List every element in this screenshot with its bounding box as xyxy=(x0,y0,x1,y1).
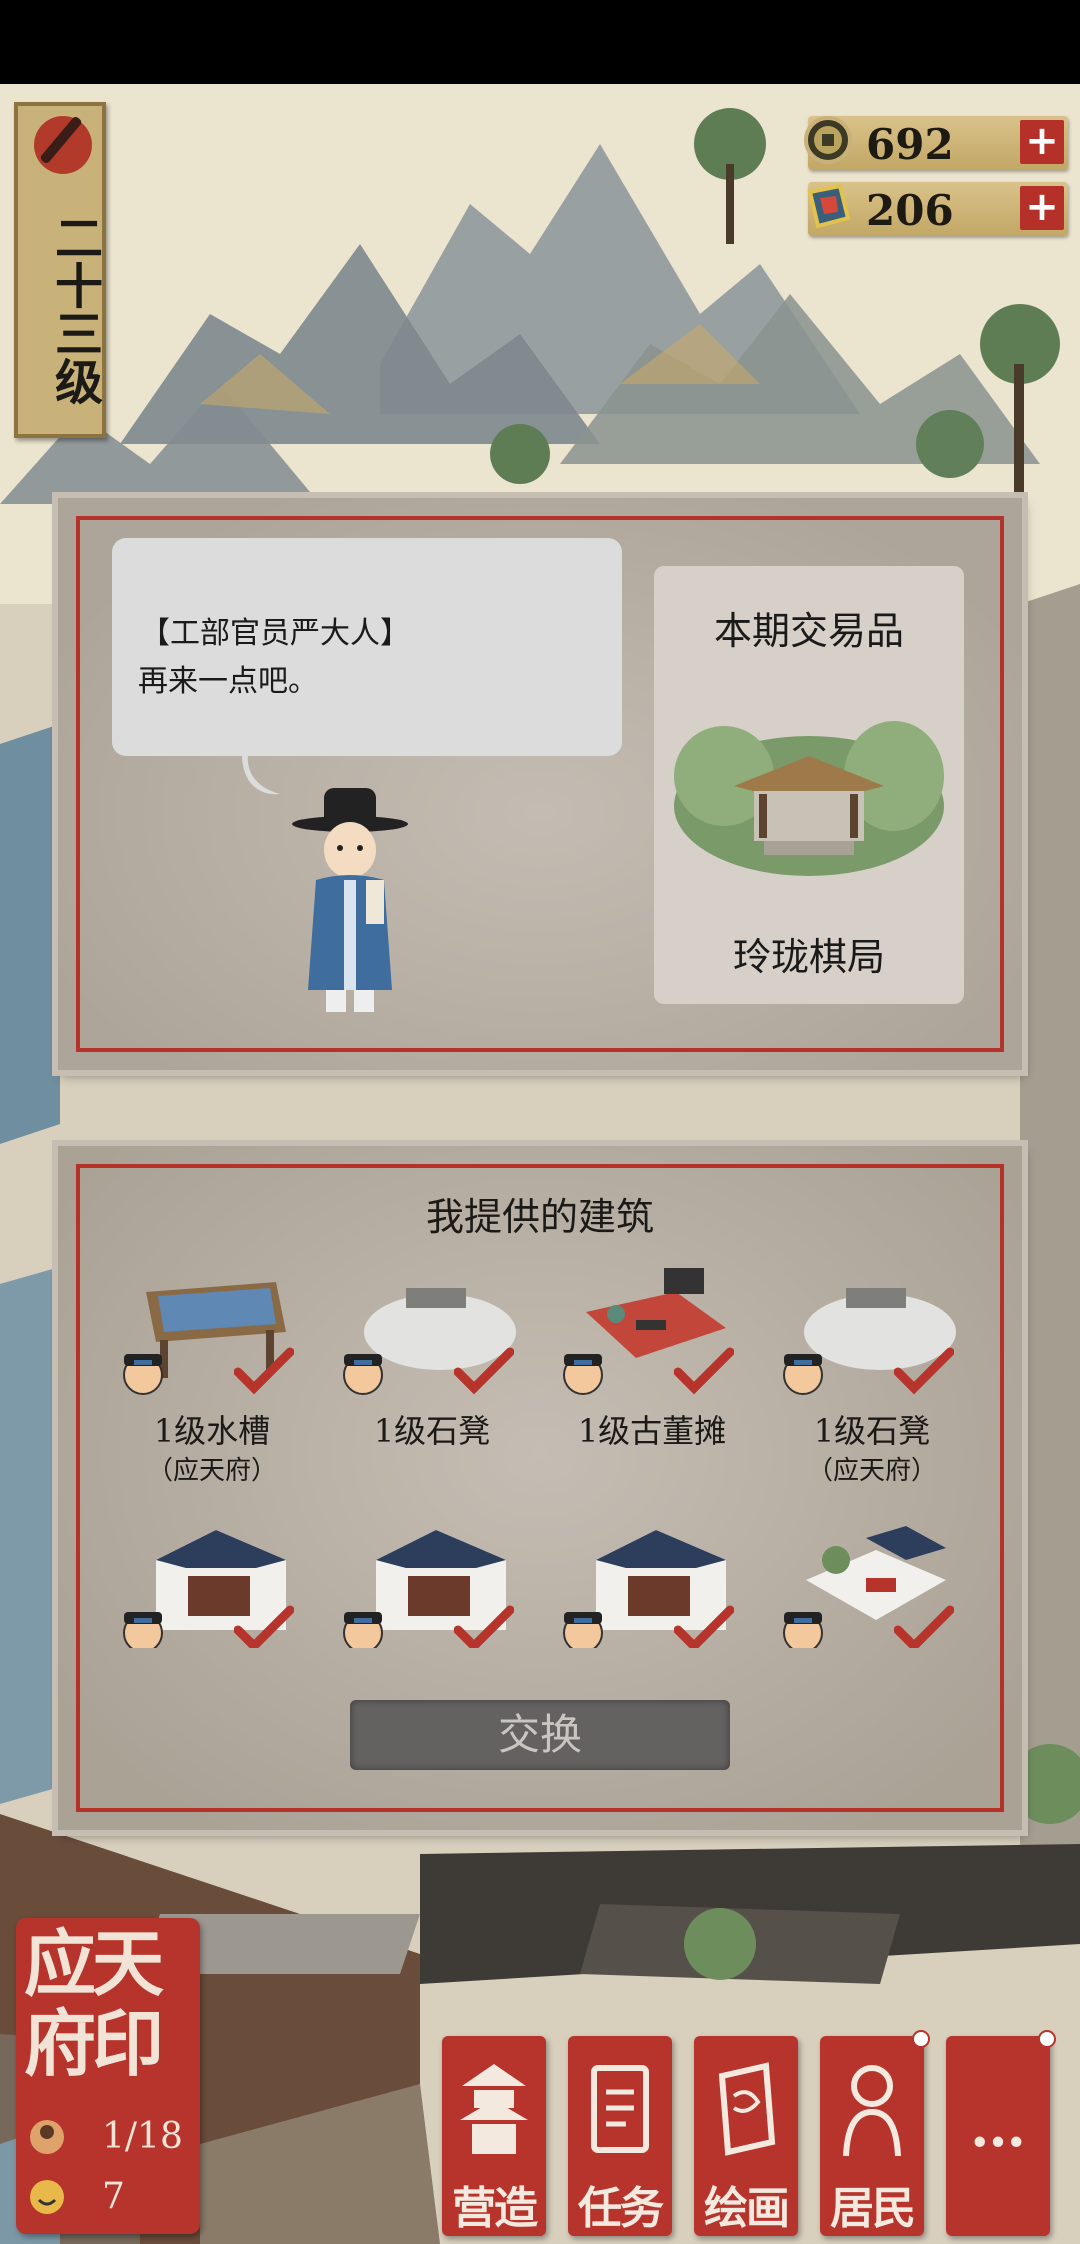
exchange-button[interactable]: 交换 xyxy=(350,1700,730,1770)
building-item[interactable]: 1级石凳 （应天府） xyxy=(762,1262,982,1502)
nav-painting-button[interactable]: 绘画 xyxy=(694,2036,798,2236)
offer-panel: 我提供的建筑 1级水槽 （应天府） 1级石凳 1级古董摊 1级石凳 （应天府） … xyxy=(58,1146,1022,1830)
jade-value: 206 xyxy=(866,186,954,235)
seal-stat-residents: 1/18 xyxy=(24,2116,194,2160)
offer-title: 我提供的建筑 xyxy=(425,1195,654,1239)
jade-counter: 206 + xyxy=(807,182,1068,236)
building-item[interactable] xyxy=(102,1520,322,1648)
resident-face-icon xyxy=(563,1354,603,1395)
building-grid[interactable]: 1级水槽 （应天府） 1级石凳 1级古董摊 1级石凳 （应天府） xyxy=(102,1262,982,1648)
resident-face-icon xyxy=(343,1612,383,1648)
trade-item-card[interactable]: 本期交易品 玲珑棋局 xyxy=(654,566,964,1004)
seal-title: 应天府印 xyxy=(24,1921,164,2086)
check-icon xyxy=(234,1347,294,1395)
building-item[interactable] xyxy=(322,1520,542,1648)
status-bar xyxy=(0,0,1080,84)
nav-build-button[interactable]: 营造 xyxy=(442,2036,546,2236)
level-badge[interactable]: 二十三级 xyxy=(14,102,106,438)
building-item[interactable]: 1级水槽 （应天府） xyxy=(102,1262,322,1502)
check-icon xyxy=(454,1605,514,1648)
residents-count: 1/18 xyxy=(102,2116,183,2157)
nav-tasks-button[interactable]: 任务 xyxy=(568,2036,672,2236)
pavilion-icon xyxy=(674,721,944,876)
resident-face-icon xyxy=(123,1354,163,1395)
scroll-icon xyxy=(718,2062,776,2156)
notification-dot xyxy=(912,2030,930,2048)
check-icon xyxy=(894,1605,954,1648)
resident-face-icon xyxy=(563,1612,603,1648)
add-jade-button[interactable]: + xyxy=(1020,186,1064,230)
resident-face-icon xyxy=(343,1354,383,1395)
building-label: 1级石凳 xyxy=(373,1412,491,1450)
pagoda-icon xyxy=(460,2064,528,2154)
speaker-name: 【工部官员严大人】 xyxy=(140,616,410,651)
jade-icon xyxy=(807,183,851,229)
check-icon xyxy=(674,1605,734,1648)
trade-item-name: 玲珑棋局 xyxy=(732,935,885,979)
building-location: （应天府） xyxy=(146,1456,277,1486)
building-item[interactable] xyxy=(542,1520,762,1648)
check-icon xyxy=(674,1347,734,1395)
more-icon: … xyxy=(970,2094,1026,2160)
official-character xyxy=(292,788,408,1012)
nav-label: 绘画 xyxy=(704,2183,790,2234)
building-item[interactable]: 1级古董摊 xyxy=(542,1262,762,1502)
speech-bubble: 【工部官员严大人】 再来一点吧。 xyxy=(112,538,622,756)
resident-icon xyxy=(30,2120,64,2154)
trade-card-title: 本期交易品 xyxy=(713,609,904,653)
building-location: （应天府） xyxy=(806,1456,937,1486)
building-item[interactable]: 1级石凳 xyxy=(322,1262,542,1502)
building-label: 1级水槽 xyxy=(153,1412,271,1450)
building-label: 1级古董摊 xyxy=(577,1412,727,1450)
book-icon xyxy=(591,2065,649,2153)
check-icon xyxy=(234,1605,294,1648)
building-item[interactable] xyxy=(762,1520,982,1648)
nav-label: 居民 xyxy=(830,2183,916,2234)
coin-icon xyxy=(804,116,852,164)
nav-residents-button[interactable]: 居民 xyxy=(820,2030,930,2236)
nav-more-button[interactable]: … xyxy=(946,2030,1056,2236)
building-label: 1级石凳 xyxy=(813,1412,931,1450)
dialog-message: 再来一点吧。 xyxy=(138,664,318,699)
check-icon xyxy=(454,1347,514,1395)
resident-face-icon xyxy=(783,1612,823,1648)
city-seal[interactable]: 应天府印 1/18 7 xyxy=(16,1918,200,2234)
resident-face-icon xyxy=(123,1612,163,1648)
coin-value: 692 xyxy=(866,120,954,169)
notification-dot xyxy=(1038,2030,1056,2048)
check-icon xyxy=(894,1347,954,1395)
nav-label: 任务 xyxy=(578,2183,664,2234)
add-coin-button[interactable]: + xyxy=(1020,120,1064,164)
resident-face-icon xyxy=(783,1354,823,1395)
level-text: 二十三级 xyxy=(46,213,102,405)
coin-counter: 692 + xyxy=(804,116,1068,170)
brush-icon xyxy=(34,116,92,174)
seal-stat-happiness: 7 xyxy=(24,2176,194,2220)
smile-icon xyxy=(30,2180,64,2214)
nav-label: 营造 xyxy=(452,2183,538,2234)
speech-tail xyxy=(242,754,280,795)
resident-icon xyxy=(843,2065,901,2157)
happiness-count: 7 xyxy=(102,2176,125,2217)
trade-panel: 【工部官员严大人】 再来一点吧。 本期交易品 玲珑棋局 xyxy=(58,498,1022,1070)
